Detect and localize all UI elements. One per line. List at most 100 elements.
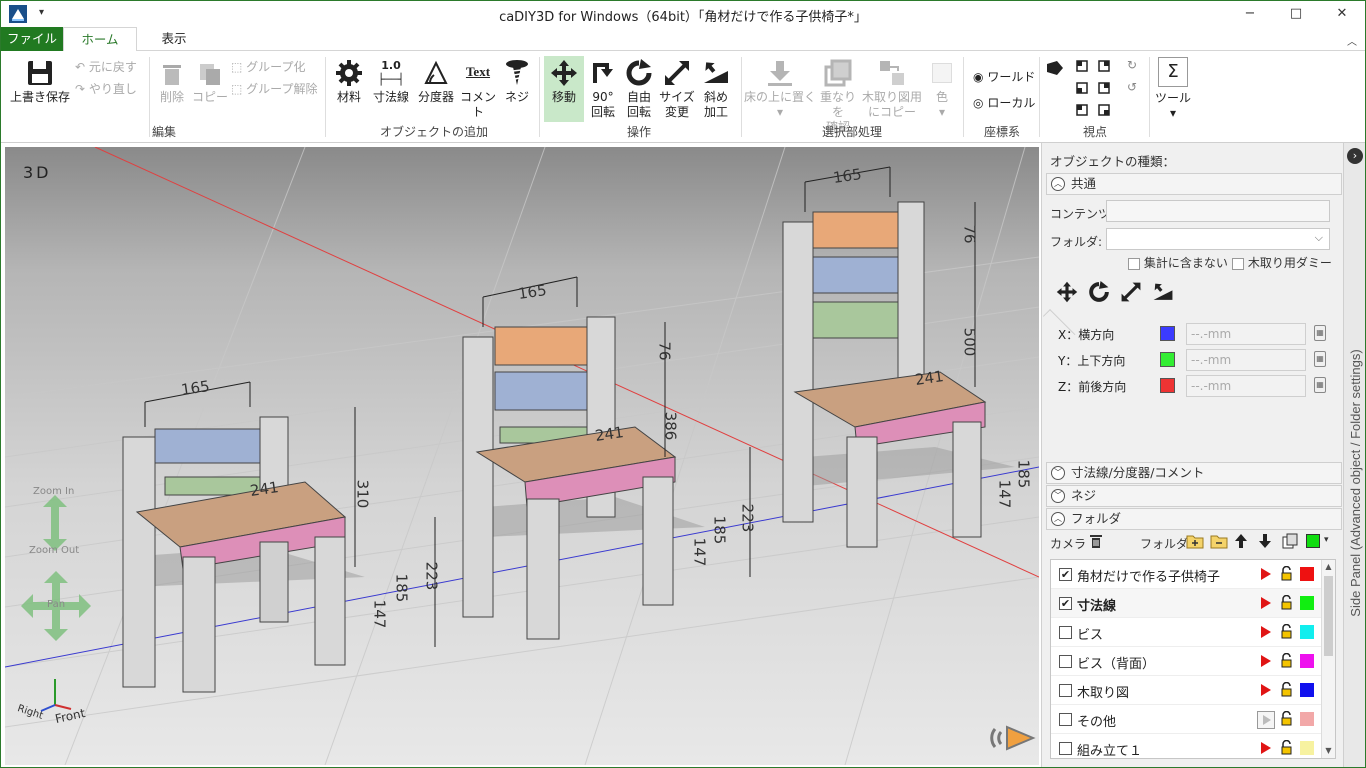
protractor-button[interactable]: 分度器 <box>415 59 457 105</box>
zoom-arrows-icon[interactable] <box>35 495 75 551</box>
copy-folder-icon[interactable] <box>1282 533 1298 549</box>
comment-button[interactable]: Text コメント <box>457 59 499 120</box>
play-disabled-icon[interactable] <box>1257 711 1275 729</box>
group-button[interactable]: ⬚ グループ化 <box>231 59 305 75</box>
checkbox-icon[interactable] <box>1059 684 1072 697</box>
local-radio[interactable]: ◎ ローカル <box>973 95 1035 111</box>
copy-to-cutting-button[interactable]: 木取り図用 にコピー <box>859 59 925 120</box>
list-item[interactable]: 組み立て１ <box>1051 734 1323 758</box>
checkbox-icon[interactable]: ✔ <box>1059 597 1072 610</box>
delete-button[interactable]: 削除 <box>153 61 191 105</box>
bevel-button[interactable]: 斜め 加工 <box>697 59 735 120</box>
maximize-button[interactable]: □ <box>1273 1 1319 27</box>
lock-icon[interactable] <box>1281 595 1292 610</box>
tab-file[interactable]: ファイル <box>1 27 63 51</box>
camera-trash-icon[interactable] <box>1088 533 1104 549</box>
play-icon[interactable] <box>1261 742 1271 754</box>
exclude-total-checkbox[interactable]: 集計に含まない <box>1128 254 1228 271</box>
lock-icon[interactable] <box>1281 711 1292 726</box>
screw-section-header[interactable]: ﹀ ネジ <box>1046 485 1342 507</box>
tools-button[interactable]: Σ ツール ▾ <box>1153 57 1193 121</box>
tab-view[interactable]: 表示 <box>137 27 211 51</box>
side-panel-tab[interactable]: › Side Panel (Advanced object / Folder s… <box>1343 143 1365 767</box>
move-tab-icon[interactable] <box>1056 281 1078 303</box>
animation-play-icon[interactable] <box>989 721 1037 755</box>
close-button[interactable]: ✕ <box>1319 1 1365 27</box>
scroll-down-icon[interactable]: ▼ <box>1322 744 1335 758</box>
material-button[interactable]: 材料 <box>331 59 367 105</box>
redo-button[interactable]: ↷ やり直し <box>75 81 137 97</box>
copy-button[interactable]: コピー <box>191 61 229 105</box>
rotate-tab-icon[interactable] <box>1088 281 1110 303</box>
folder-list-scrollbar[interactable]: ▲ ▼ <box>1321 560 1335 758</box>
folder-color-swatch[interactable] <box>1306 534 1320 548</box>
new-folder-icon[interactable] <box>1186 533 1204 549</box>
lock-icon[interactable] <box>1281 566 1292 581</box>
list-item[interactable]: ✔ 角材だけで作る子供椅子 <box>1051 560 1323 589</box>
ungroup-button[interactable]: ⬚ グループ解除 <box>231 81 317 97</box>
resize-tab-icon[interactable] <box>1120 281 1142 303</box>
list-item[interactable]: 木取り図 <box>1051 676 1323 705</box>
scroll-thumb[interactable] <box>1324 576 1333 656</box>
move-up-icon[interactable] <box>1234 533 1248 549</box>
calculator-icon[interactable]: ▦ <box>1314 377 1326 393</box>
color-swatch[interactable] <box>1300 625 1314 639</box>
lock-icon[interactable] <box>1281 740 1292 755</box>
play-icon[interactable] <box>1261 597 1271 609</box>
color-swatch[interactable] <box>1300 596 1314 610</box>
checkbox-icon[interactable] <box>1059 655 1072 668</box>
list-item[interactable]: ✔ 寸法線 <box>1051 589 1323 618</box>
rotate-view-ccw-button[interactable]: ↺ <box>1127 79 1137 95</box>
chair-1[interactable] <box>122 416 365 693</box>
checkbox-icon[interactable]: ✔ <box>1059 568 1072 581</box>
dimension-button[interactable]: 1.0 ├──┤ 寸法線 <box>369 59 413 105</box>
bevel-tab-icon[interactable] <box>1152 281 1174 303</box>
minimize-button[interactable]: − <box>1227 1 1273 27</box>
checkbox-icon[interactable] <box>1059 626 1072 639</box>
list-item[interactable]: ビス <box>1051 618 1323 647</box>
scroll-up-icon[interactable]: ▲ <box>1322 560 1335 574</box>
contents-input[interactable] <box>1106 200 1330 222</box>
checkbox-icon[interactable] <box>1059 713 1072 726</box>
play-icon[interactable] <box>1261 655 1271 667</box>
camera-view-icon[interactable] <box>1047 61 1063 75</box>
color-swatch[interactable] <box>1300 567 1314 581</box>
calculator-icon[interactable]: ▦ <box>1314 351 1326 367</box>
lock-icon[interactable] <box>1281 682 1292 697</box>
save-button[interactable]: 上書き保存 <box>7 59 73 105</box>
checkbox-icon[interactable] <box>1059 742 1072 755</box>
move-down-icon[interactable] <box>1258 533 1272 549</box>
tab-home[interactable]: ホーム <box>63 27 137 52</box>
free-rotate-button[interactable]: 自由 回転 <box>621 59 657 120</box>
folder-select[interactable]: ⌵ <box>1106 228 1330 250</box>
list-item[interactable]: その他 <box>1051 705 1323 734</box>
common-section-header[interactable]: ︿ 共通 <box>1046 173 1342 195</box>
folder-section-header[interactable]: ︿ フォルダ <box>1046 508 1342 530</box>
collapse-ribbon-icon[interactable]: ︿ <box>1347 33 1357 48</box>
color-swatch[interactable] <box>1300 683 1314 697</box>
play-icon[interactable] <box>1261 568 1271 580</box>
place-on-floor-button[interactable]: 床の上に置く ▾ <box>743 59 817 120</box>
color-button[interactable]: 色 ▾ <box>927 59 957 120</box>
color-swatch[interactable] <box>1300 741 1314 755</box>
lock-icon[interactable] <box>1281 653 1292 668</box>
screw-button[interactable]: ネジ <box>501 59 533 105</box>
lock-icon[interactable] <box>1281 624 1292 639</box>
calculator-icon[interactable]: ▦ <box>1314 325 1326 341</box>
dims-section-header[interactable]: ﹀ 寸法線/分度器/コメント <box>1046 462 1342 484</box>
undo-button[interactable]: ↶ 元に戻す <box>75 59 137 75</box>
3d-viewport[interactable]: 3D 165 241 310 223 185 147 165 241 76 38… <box>5 147 1039 765</box>
remove-folder-icon[interactable] <box>1210 533 1228 549</box>
play-icon[interactable] <box>1261 684 1271 696</box>
axis-x-input[interactable]: --.-mm <box>1186 323 1306 345</box>
chair-2[interactable] <box>462 316 705 640</box>
color-swatch[interactable] <box>1300 654 1314 668</box>
axis-y-input[interactable]: --.-mm <box>1186 349 1306 371</box>
dropdown-arrow-icon[interactable]: ▾ <box>1324 535 1329 545</box>
play-icon[interactable] <box>1261 626 1271 638</box>
rotate-90-button[interactable]: 90° 回転 <box>585 59 621 120</box>
list-item[interactable]: ビス（背面） <box>1051 647 1323 676</box>
cutting-dummy-checkbox[interactable]: 木取り用ダミー <box>1232 254 1332 271</box>
resize-button[interactable]: サイズ 変更 <box>657 59 697 120</box>
color-swatch[interactable] <box>1300 712 1314 726</box>
